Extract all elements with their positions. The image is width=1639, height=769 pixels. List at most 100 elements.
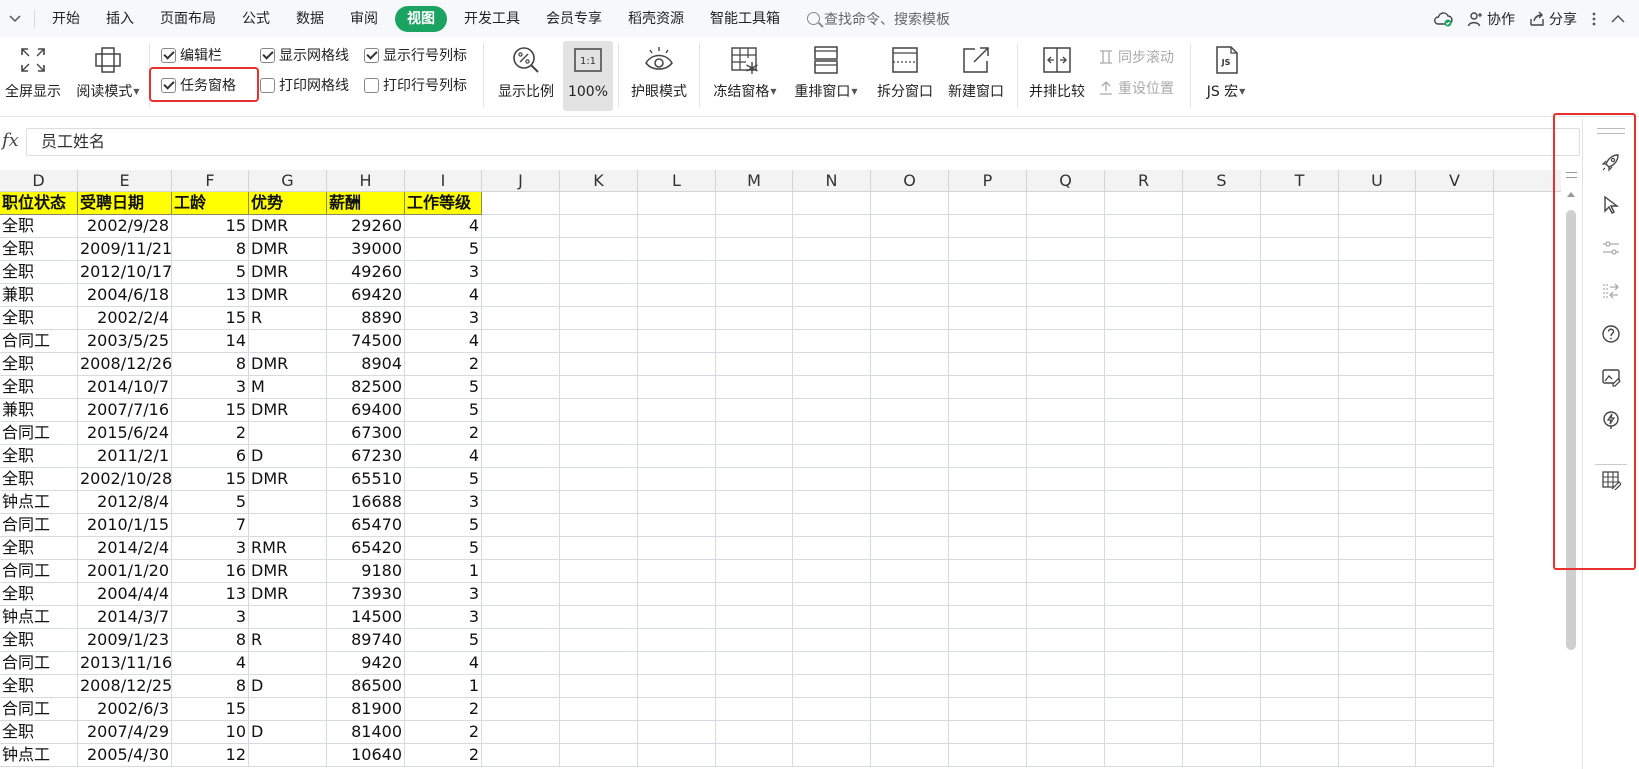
table-cell[interactable] — [716, 583, 793, 606]
table-cell[interactable] — [871, 560, 949, 583]
header-cell[interactable] — [871, 192, 949, 215]
table-cell[interactable] — [560, 468, 638, 491]
column-header-J[interactable]: J — [482, 170, 560, 192]
table-cell[interactable] — [1027, 675, 1105, 698]
table-cell[interactable] — [560, 629, 638, 652]
table-cell[interactable]: 2002/6/3 — [78, 698, 172, 721]
table-cell[interactable]: 全职 — [0, 238, 78, 261]
table-cell[interactable] — [949, 284, 1027, 307]
table-cell[interactable] — [1416, 675, 1494, 698]
table-cell[interactable] — [1183, 514, 1261, 537]
table-cell[interactable] — [249, 606, 327, 629]
table-cell[interactable]: 9180 — [327, 560, 405, 583]
table-cell[interactable] — [793, 353, 871, 376]
table-cell[interactable] — [793, 215, 871, 238]
table-cell[interactable] — [871, 491, 949, 514]
table-cell[interactable] — [793, 583, 871, 606]
table-cell[interactable]: 2009/11/21 — [78, 238, 172, 261]
table-cell[interactable] — [1339, 629, 1416, 652]
share-button[interactable]: 分享 — [1529, 9, 1577, 29]
table-cell[interactable] — [793, 330, 871, 353]
menu-tab-1[interactable]: 插入 — [97, 6, 143, 32]
table-cell[interactable] — [949, 468, 1027, 491]
table-cell[interactable] — [793, 445, 871, 468]
table-cell[interactable]: 全职 — [0, 629, 78, 652]
table-cell[interactable] — [1416, 422, 1494, 445]
table-cell[interactable] — [1416, 698, 1494, 721]
table-cell[interactable]: 3 — [172, 537, 249, 560]
table-cell[interactable]: 89740 — [327, 629, 405, 652]
table-cell[interactable]: 全职 — [0, 261, 78, 284]
table-cell[interactable] — [1339, 560, 1416, 583]
table-cell[interactable] — [716, 376, 793, 399]
table-cell[interactable] — [1339, 307, 1416, 330]
table-cell[interactable]: DMR — [249, 238, 327, 261]
table-cell[interactable]: 钟点工 — [0, 491, 78, 514]
table-cell[interactable]: 2014/2/4 — [78, 537, 172, 560]
table-cell[interactable] — [793, 468, 871, 491]
table-cell[interactable]: 5 — [405, 238, 482, 261]
table-cell[interactable] — [1183, 675, 1261, 698]
table-cell[interactable] — [1105, 629, 1183, 652]
table-cell[interactable] — [949, 376, 1027, 399]
table-cell[interactable] — [949, 491, 1027, 514]
table-cell[interactable] — [1183, 583, 1261, 606]
table-cell[interactable] — [716, 560, 793, 583]
show-gridlines-checkbox[interactable]: 显示网格线 — [260, 45, 349, 65]
table-cell[interactable] — [638, 560, 716, 583]
table-cell[interactable]: DMR — [249, 399, 327, 422]
menu-tab-3[interactable]: 公式 — [233, 6, 279, 32]
table-cell[interactable]: 86500 — [327, 675, 405, 698]
table-cell[interactable] — [793, 261, 871, 284]
table-cell[interactable] — [1261, 399, 1339, 422]
table-cell[interactable]: 39000 — [327, 238, 405, 261]
table-cell[interactable] — [1416, 583, 1494, 606]
table-cell[interactable] — [1105, 261, 1183, 284]
table-cell[interactable] — [249, 330, 327, 353]
table-cell[interactable]: 15 — [172, 215, 249, 238]
column-header-H[interactable]: H — [327, 170, 405, 192]
table-cell[interactable]: 9420 — [327, 652, 405, 675]
table-cell[interactable] — [638, 422, 716, 445]
table-cell[interactable] — [638, 721, 716, 744]
table-cell[interactable] — [949, 698, 1027, 721]
table-cell[interactable]: 16688 — [327, 491, 405, 514]
table-cell[interactable]: 全职 — [0, 675, 78, 698]
header-cell[interactable]: 工作等级 — [405, 192, 482, 215]
js-macro-button[interactable]: JS JS 宏▼ — [1198, 43, 1254, 101]
table-cell[interactable] — [793, 284, 871, 307]
table-cell[interactable]: 全职 — [0, 468, 78, 491]
table-cell[interactable] — [793, 675, 871, 698]
table-cell[interactable]: 15 — [172, 307, 249, 330]
print-headings-checkbox[interactable]: 打印行号列标 — [364, 75, 467, 95]
table-cell[interactable] — [249, 514, 327, 537]
table-cell[interactable] — [1261, 376, 1339, 399]
table-cell[interactable] — [638, 353, 716, 376]
table-cell[interactable]: 2007/4/29 — [78, 721, 172, 744]
table-cell[interactable] — [949, 652, 1027, 675]
column-header-F[interactable]: F — [172, 170, 249, 192]
table-cell[interactable]: 7 — [172, 514, 249, 537]
table-cell[interactable]: 3 — [405, 583, 482, 606]
table-cell[interactable] — [1105, 399, 1183, 422]
table-cell[interactable]: 8 — [172, 629, 249, 652]
table-cell[interactable] — [716, 721, 793, 744]
table-cell[interactable] — [560, 698, 638, 721]
table-cell[interactable] — [1027, 514, 1105, 537]
table-cell[interactable] — [482, 422, 560, 445]
column-header-P[interactable]: P — [949, 170, 1027, 192]
table-cell[interactable] — [482, 652, 560, 675]
table-cell[interactable] — [1416, 284, 1494, 307]
table-cell[interactable]: 2012/10/17 — [78, 261, 172, 284]
table-cell[interactable] — [1183, 422, 1261, 445]
table-cell[interactable] — [716, 238, 793, 261]
table-cell[interactable] — [482, 629, 560, 652]
table-cell[interactable] — [716, 652, 793, 675]
table-cell[interactable] — [1105, 468, 1183, 491]
table-cell[interactable] — [1416, 307, 1494, 330]
table-cell[interactable] — [1339, 744, 1416, 767]
table-cell[interactable] — [871, 215, 949, 238]
table-cell[interactable]: D — [249, 675, 327, 698]
more-options-button[interactable] — [1591, 11, 1597, 27]
table-cell[interactable]: 65470 — [327, 514, 405, 537]
